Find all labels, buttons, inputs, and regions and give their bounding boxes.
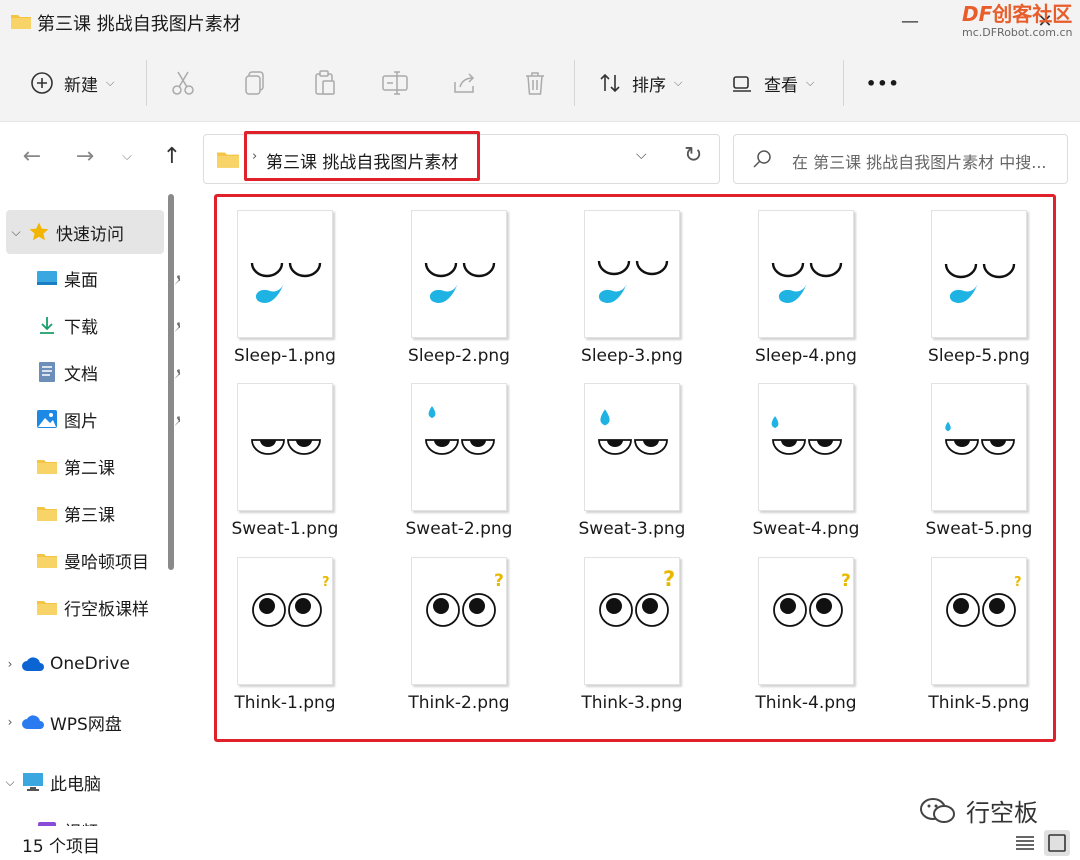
sidebar-item-label: 曼哈顿项目: [64, 552, 149, 573]
sidebar-item-5[interactable]: 第二课: [34, 444, 180, 488]
copy-icon[interactable]: [240, 68, 270, 98]
sidebar-item-2[interactable]: 下载📌: [34, 303, 180, 347]
sidebar-item-this-pc[interactable]: ⌵ 此电脑: [0, 760, 165, 804]
rename-icon[interactable]: [380, 68, 410, 98]
minimize-button[interactable]: —: [890, 6, 930, 38]
folder-icon: [34, 502, 60, 524]
delete-icon[interactable]: [520, 68, 550, 98]
paste-icon[interactable]: [310, 68, 340, 98]
sidebar-item-1[interactable]: 桌面📌: [34, 256, 180, 300]
folder-icon: [10, 12, 32, 34]
chevron-right-icon: ›: [7, 715, 13, 729]
sidebar-item-label: 快速访问: [56, 224, 124, 245]
wps-cloud-icon: [20, 711, 46, 733]
view-button-label: 查看: [764, 75, 798, 96]
sidebar-item-wps[interactable]: › WPS网盘: [0, 700, 165, 744]
sort-icon: [600, 73, 620, 93]
sort-button[interactable]: 排序 ⌵: [598, 44, 682, 122]
cut-icon[interactable]: [168, 68, 198, 98]
toolbar-divider: [146, 60, 147, 106]
sidebar-item-4[interactable]: 图片📌: [34, 397, 180, 441]
chevron-down-icon: ⌵: [5, 774, 15, 789]
watermark-logo-df: DF: [962, 2, 993, 26]
view-icon: [733, 76, 751, 92]
sidebar-item-8[interactable]: 行空板课样: [34, 585, 180, 629]
wechat-watermark: 行空板: [918, 793, 1038, 828]
sort-button-label: 排序: [632, 75, 666, 96]
files-highlight-box: [214, 194, 1056, 742]
details-view-icon[interactable]: [1012, 830, 1038, 856]
address-dropdown-icon[interactable]: ⌵: [636, 147, 647, 163]
video-icon: [34, 819, 60, 826]
star-icon: [26, 221, 52, 243]
pictures-icon: [34, 408, 60, 430]
up-arrow-icon[interactable]: ↑: [157, 142, 187, 172]
sidebar-item-onedrive[interactable]: › OneDrive: [0, 642, 165, 686]
folder-icon: [216, 149, 240, 173]
scrollbar-thumb[interactable]: [168, 194, 174, 570]
chevron-right-icon: ›: [7, 657, 13, 671]
dfrobot-watermark: DF创客社区 mc.DFRobot.com.cn: [962, 2, 1080, 42]
sidebar-item-label: 第二课: [64, 458, 115, 479]
item-count: 15 个项目: [22, 837, 101, 857]
sidebar-item-7[interactable]: 曼哈顿项目: [34, 538, 180, 582]
sidebar-item-videos[interactable]: 视频: [34, 808, 180, 826]
folder-icon: [34, 455, 60, 477]
new-button-label: 新建: [64, 75, 98, 96]
window-title: 第三课 挑战自我图片素材: [37, 14, 241, 35]
view-button[interactable]: 查看 ⌵: [730, 44, 814, 122]
sidebar-item-label: 第三课: [64, 505, 115, 526]
sidebar-scrollbar[interactable]: [166, 192, 176, 826]
sidebar-item-label: 桌面: [64, 270, 98, 291]
cloud-icon: [20, 653, 46, 675]
download-icon: [34, 314, 60, 336]
sidebar-item-quick-access[interactable]: ⌵ 快速访问: [6, 210, 164, 254]
folder-icon: [34, 549, 60, 571]
watermark-url: mc.DFRobot.com.cn: [962, 26, 1073, 39]
chevron-down-icon: ⌵: [11, 224, 21, 239]
sidebar-item-label: 此电脑: [50, 774, 101, 795]
watermark-logo-text: 创客社区: [992, 2, 1073, 26]
sidebar-item-label: 行空板课样: [64, 599, 149, 620]
search-box[interactable]: 在 第三课 挑战自我图片素材 中搜...: [733, 134, 1068, 184]
back-arrow-icon[interactable]: ←: [17, 142, 47, 172]
watermark-corner-text: 行空板: [966, 799, 1038, 827]
toolbar-divider: [843, 60, 844, 106]
navigation-pane: ⌵ 快速访问 桌面📌下载📌文档📌图片📌 第二课第三课曼哈顿项目行空板课样 › On…: [0, 192, 180, 826]
file-explorer-window: 第三课 挑战自我图片素材 — ✕ DF创客社区 mc.DFRobot.com.c…: [0, 0, 1080, 860]
search-placeholder: 在 第三课 挑战自我图片素材 中搜...: [792, 153, 1047, 172]
desktop-icon: [34, 267, 60, 289]
chevron-down-icon: ⌵: [674, 76, 683, 89]
sidebar-item-label: 图片: [64, 411, 98, 432]
toolbar-divider: [574, 60, 575, 106]
new-button[interactable]: 新建 ⌵: [30, 44, 114, 122]
chevron-down-icon: ⌵: [106, 76, 115, 89]
plus-circle-icon: [31, 72, 53, 94]
folder-icon: [34, 596, 60, 618]
sidebar-item-3[interactable]: 文档📌: [34, 350, 180, 394]
more-options-button[interactable]: •••: [866, 44, 900, 122]
status-bar: 15 个项目: [0, 826, 1080, 860]
refresh-icon[interactable]: ↻: [684, 143, 702, 168]
sidebar-item-label: WPS网盘: [50, 714, 122, 735]
command-bar: 新建 ⌵ 排序 ⌵ 查看 ⌵ •••: [0, 44, 1080, 122]
wechat-icon: [920, 797, 955, 823]
address-highlight-box: [244, 131, 480, 181]
title-bar: 第三课 挑战自我图片素材 — ✕ DF创客社区 mc.DFRobot.com.c…: [0, 0, 1080, 44]
computer-icon: [20, 771, 46, 793]
search-icon: [753, 150, 771, 168]
document-icon: [34, 361, 60, 383]
share-icon[interactable]: [450, 68, 480, 98]
forward-arrow-icon[interactable]: →: [70, 142, 100, 172]
navigation-row: ← → ⌵ ↑ › 第三课 挑战自我图片素材 ⌵ ↻ 在 第三课 挑战自我图片素…: [0, 122, 1080, 192]
sidebar-item-6[interactable]: 第三课: [34, 491, 180, 535]
sidebar-item-label: 文档: [64, 364, 98, 385]
sidebar-item-label: 视频: [64, 818, 98, 827]
sidebar-item-label: OneDrive: [50, 654, 130, 674]
thumbnail-view-icon[interactable]: [1044, 830, 1070, 856]
sidebar-item-label: 下载: [64, 317, 98, 338]
recent-chevron-icon[interactable]: ⌵: [112, 142, 142, 172]
chevron-down-icon: ⌵: [806, 76, 815, 89]
